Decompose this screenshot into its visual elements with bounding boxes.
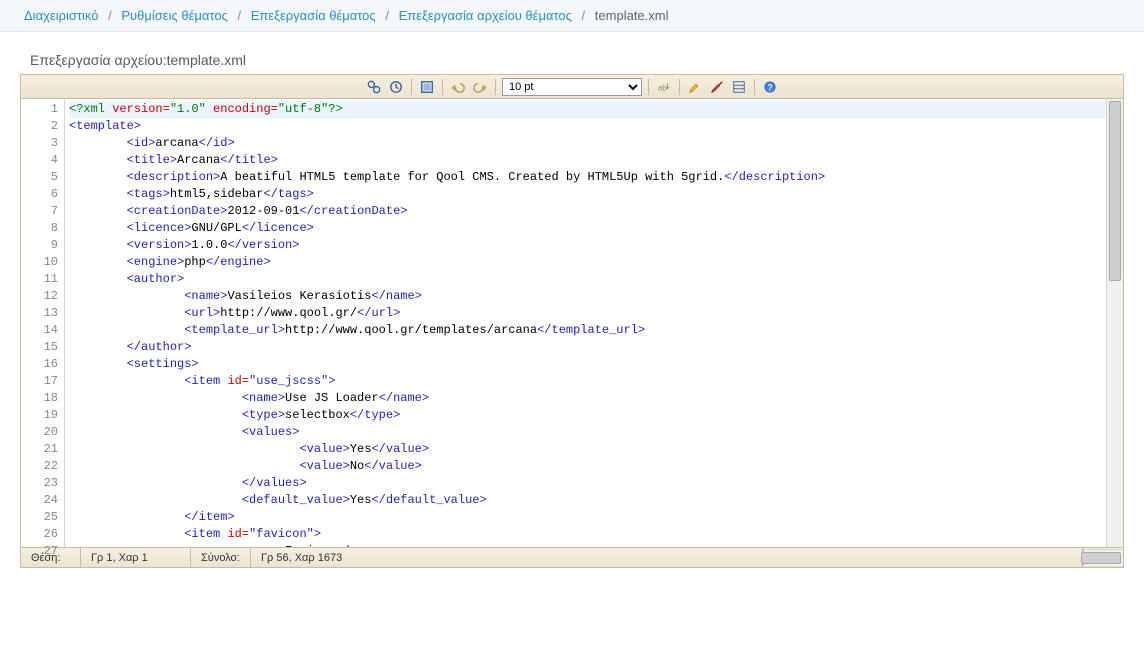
scrollbar-thumb[interactable] <box>1109 101 1121 281</box>
help-icon[interactable]: ? <box>761 78 779 96</box>
undo-icon[interactable] <box>449 78 467 96</box>
page-title: Επεξεργασία αρχείου:template.xml <box>10 52 1134 74</box>
line-number: 9 <box>21 237 58 254</box>
breadcrumb-link-edit-theme-file[interactable]: Επεξεργασία αρχείου θέματος <box>399 8 572 23</box>
code-area[interactable]: <?xml version="1.0" encoding="utf-8"?><t… <box>65 99 1106 547</box>
code-line[interactable]: </item> <box>69 509 1106 526</box>
line-number: 15 <box>21 339 58 356</box>
code-line[interactable]: <default_value>Yes</default_value> <box>69 492 1106 509</box>
page-area: Επεξεργασία αρχείου:template.xml 10 pt <box>0 32 1144 568</box>
code-line[interactable]: <name>Vasileios Kerasiotis</name> <box>69 288 1106 305</box>
code-line[interactable]: <?xml version="1.0" encoding="utf-8"?> <box>69 101 1106 118</box>
line-number: 14 <box>21 322 58 339</box>
code-line[interactable]: <template> <box>69 118 1106 135</box>
code-line[interactable]: <author> <box>69 271 1106 288</box>
toolbar-separator <box>442 79 443 95</box>
breadcrumb-separator: / <box>576 8 592 23</box>
status-total-label: Σύνολο: <box>191 548 251 567</box>
breadcrumb-separator: / <box>379 8 395 23</box>
breadcrumb-separator: / <box>231 8 247 23</box>
breadcrumb-link-admin[interactable]: Διαχειριστικό <box>24 8 99 23</box>
editor-toolbar: 10 pt ab ? <box>21 75 1123 99</box>
toolbar-separator <box>411 79 412 95</box>
goto-line-icon[interactable] <box>387 78 405 96</box>
line-number: 21 <box>21 441 58 458</box>
editor: 10 pt ab ? 12345678910111213141516171819… <box>20 74 1124 568</box>
code-line[interactable]: <item id="use_jscss"> <box>69 373 1106 390</box>
svg-text:ab: ab <box>658 83 667 92</box>
code-line[interactable]: <name>Favicon</name> <box>69 543 1106 547</box>
code-line[interactable]: </values> <box>69 475 1106 492</box>
highlight-icon[interactable] <box>686 78 704 96</box>
vertical-scrollbar[interactable] <box>1106 99 1123 547</box>
fullscreen-icon[interactable] <box>418 78 436 96</box>
search-icon[interactable] <box>365 78 383 96</box>
line-number: 13 <box>21 305 58 322</box>
code-line[interactable]: <description>A beatiful HTML5 template f… <box>69 169 1106 186</box>
code-line[interactable]: <id>arcana</id> <box>69 135 1106 152</box>
line-number: 12 <box>21 288 58 305</box>
code-line[interactable]: <creationDate>2012-09-01</creationDate> <box>69 203 1106 220</box>
line-number: 1 <box>21 101 58 118</box>
code-line[interactable]: <item id="favicon"> <box>69 526 1106 543</box>
code-line[interactable]: </author> <box>69 339 1106 356</box>
svg-text:?: ? <box>767 82 772 92</box>
line-number: 20 <box>21 424 58 441</box>
toolbar-separator <box>679 79 680 95</box>
toolbar-separator <box>648 79 649 95</box>
status-total-value: Γρ 56, Χαρ 1673 <box>251 548 1083 567</box>
code-line[interactable]: <title>Arcana</title> <box>69 152 1106 169</box>
code-line[interactable]: <tags>html5,sidebar</tags> <box>69 186 1106 203</box>
breadcrumb-link-edit-theme[interactable]: Επεξεργασία θέματος <box>251 8 376 23</box>
line-number: 7 <box>21 203 58 220</box>
line-number: 24 <box>21 492 58 509</box>
breadcrumb-link-theme-settings[interactable]: Ρυθμίσεις θέματος <box>121 8 227 23</box>
code-line[interactable]: <settings> <box>69 356 1106 373</box>
line-number: 26 <box>21 526 58 543</box>
editor-statusbar: Θέση: Γρ 1, Χαρ 1 Σύνολο: Γρ 56, Χαρ 167… <box>21 547 1123 567</box>
reset-highlight-icon[interactable] <box>708 78 726 96</box>
settings-icon[interactable] <box>730 78 748 96</box>
code-line[interactable]: <licence>GNU/GPL</licence> <box>69 220 1106 237</box>
line-number: 19 <box>21 407 58 424</box>
toolbar-separator <box>495 79 496 95</box>
status-position-value: Γρ 1, Χαρ 1 <box>81 548 191 567</box>
line-number: 4 <box>21 152 58 169</box>
code-line[interactable]: <name>Use JS Loader</name> <box>69 390 1106 407</box>
line-number: 2 <box>21 118 58 135</box>
redo-icon[interactable] <box>471 78 489 96</box>
horizontal-scrollbar[interactable] <box>1083 549 1123 566</box>
toolbar-separator <box>754 79 755 95</box>
line-number: 10 <box>21 254 58 271</box>
code-line[interactable]: <template_url>http://www.qool.gr/templat… <box>69 322 1106 339</box>
breadcrumb-current: template.xml <box>595 8 669 23</box>
code-line[interactable]: <engine>php</engine> <box>69 254 1106 271</box>
scrollbar-thumb[interactable] <box>1081 552 1121 564</box>
fontsize-select[interactable]: 10 pt <box>502 78 642 96</box>
wordwrap-icon[interactable]: ab <box>655 78 673 96</box>
line-number: 16 <box>21 356 58 373</box>
code-line[interactable]: <values> <box>69 424 1106 441</box>
code-line[interactable]: <type>selectbox</type> <box>69 407 1106 424</box>
line-number: 18 <box>21 390 58 407</box>
line-number: 22 <box>21 458 58 475</box>
breadcrumb-separator: / <box>102 8 118 23</box>
code-line[interactable]: <version>1.0.0</version> <box>69 237 1106 254</box>
code-line[interactable]: <value>No</value> <box>69 458 1106 475</box>
line-number: 8 <box>21 220 58 237</box>
editor-body: 1234567891011121314151617181920212223242… <box>21 99 1123 547</box>
line-number: 3 <box>21 135 58 152</box>
line-number-gutter: 1234567891011121314151617181920212223242… <box>21 99 65 547</box>
line-number: 27 <box>21 543 58 560</box>
code-line[interactable]: <value>Yes</value> <box>69 441 1106 458</box>
line-number: 5 <box>21 169 58 186</box>
line-number: 25 <box>21 509 58 526</box>
line-number: 11 <box>21 271 58 288</box>
breadcrumb: Διαχειριστικό / Ρυθμίσεις θέματος / Επεξ… <box>0 0 1144 32</box>
code-line[interactable]: <url>http://www.qool.gr/</url> <box>69 305 1106 322</box>
line-number: 17 <box>21 373 58 390</box>
line-number: 6 <box>21 186 58 203</box>
line-number: 23 <box>21 475 58 492</box>
